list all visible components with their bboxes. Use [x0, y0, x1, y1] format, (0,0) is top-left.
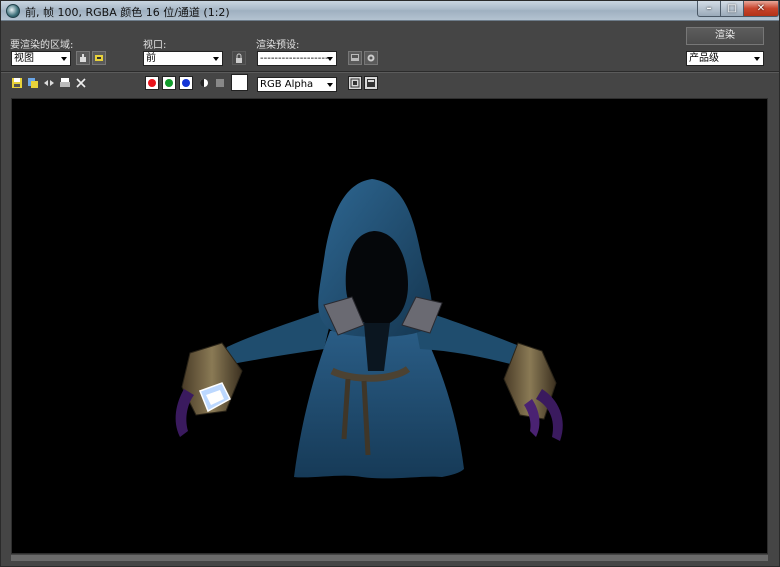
render-setup-icon [351, 54, 359, 61]
left-claw [175, 389, 194, 437]
region-icon [95, 55, 103, 61]
chevron-down-icon [61, 57, 67, 61]
edit-region-button[interactable] [76, 51, 90, 65]
render-preset-label: 渲染预设: [256, 40, 300, 51]
gear-icon [367, 54, 375, 62]
frame-icon [350, 78, 360, 88]
maximize-icon: □ [727, 3, 737, 14]
render-preset-dropdown[interactable]: -------------------- [257, 51, 337, 66]
channel-display-dropdown[interactable]: RGB Alpha [257, 77, 337, 92]
close-button[interactable]: ✕ [743, 1, 779, 17]
render-preset-value: -------------------- [260, 53, 333, 64]
green-channel-toggle[interactable] [162, 76, 176, 90]
rendered-frame-window: 前, 帧 100, RGBA 颜色 16 位/通道 (1:2) – □ ✕ 要渲… [0, 0, 780, 567]
toolbar-divider-highlight [1, 72, 779, 73]
minimize-icon: – [706, 3, 712, 14]
channel-display-value: RGB Alpha [260, 79, 314, 90]
red-dot-icon [148, 79, 156, 87]
app-icon [6, 4, 20, 18]
toggle-ui-button[interactable] [364, 76, 378, 90]
lock-viewport-button[interactable] [232, 51, 246, 65]
area-to-render-dropdown[interactable]: 视图 [11, 51, 71, 66]
area-to-render-value: 视图 [14, 53, 34, 64]
clear-icon[interactable] [75, 77, 87, 89]
red-channel-toggle[interactable] [145, 76, 159, 90]
render-quality-dropdown[interactable]: 产品级 [686, 51, 764, 66]
green-dot-icon [165, 79, 173, 87]
maximize-button[interactable]: □ [720, 1, 744, 17]
environment-button[interactable] [364, 51, 378, 65]
lock-icon [236, 53, 242, 63]
window-title: 前, 帧 100, RGBA 颜色 16 位/通道 (1:2) [25, 6, 230, 19]
rendered-character-image [175, 179, 563, 479]
monochrome-icon[interactable] [214, 77, 226, 89]
blue-dot-icon [182, 79, 190, 87]
auto-region-button[interactable] [92, 51, 106, 65]
left-sleeve [217, 307, 334, 367]
save-image-icon[interactable] [11, 77, 23, 89]
copy-image-icon[interactable] [27, 77, 39, 89]
viewport-value: 前 [146, 53, 156, 64]
clone-window-icon[interactable] [43, 77, 55, 89]
render-quality-value: 产品级 [689, 53, 719, 64]
close-icon: ✕ [756, 3, 766, 14]
render-button[interactable]: 渲染 [686, 27, 764, 45]
render-output-viewport[interactable] [11, 98, 768, 554]
print-icon[interactable] [59, 77, 71, 89]
chevron-down-icon [213, 57, 219, 61]
blue-channel-toggle[interactable] [179, 76, 193, 90]
panel-icon [367, 79, 375, 87]
chevron-down-icon [327, 83, 333, 87]
area-to-render-label: 要渲染的区域: [10, 40, 74, 51]
status-strip [11, 555, 768, 561]
alpha-channel-icon[interactable] [198, 77, 210, 89]
viewport-label: 视口: [143, 40, 167, 51]
chevron-down-icon [754, 57, 760, 61]
render-setup-button[interactable] [348, 51, 362, 65]
chevron-down-icon [327, 57, 333, 61]
hand-icon [80, 54, 86, 62]
viewport-dropdown[interactable]: 前 [143, 51, 223, 66]
display-toggle-button[interactable] [348, 76, 362, 90]
title-bar[interactable]: 前, 帧 100, RGBA 颜色 16 位/通道 (1:2) – □ ✕ [1, 1, 779, 21]
color-swatch[interactable] [231, 74, 248, 91]
minimize-button[interactable]: – [697, 1, 721, 17]
